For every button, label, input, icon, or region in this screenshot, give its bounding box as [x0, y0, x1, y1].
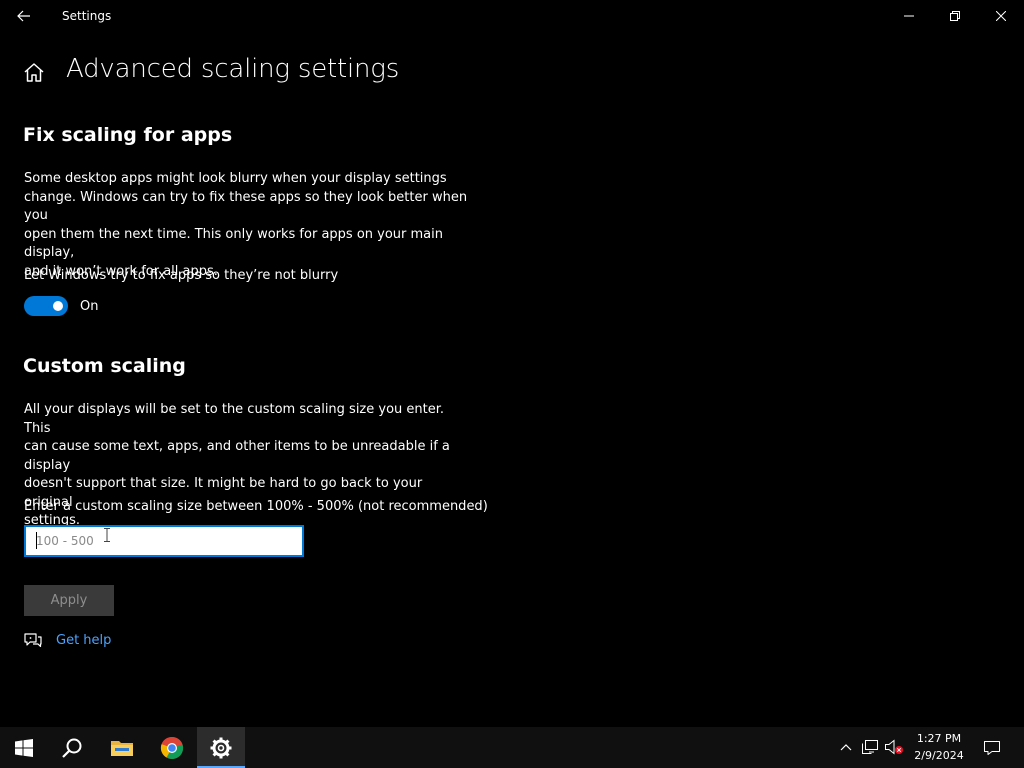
title-bar: Settings	[0, 0, 1024, 32]
notification-icon	[984, 740, 1000, 755]
back-arrow-icon	[17, 10, 30, 22]
file-explorer-button[interactable]	[98, 727, 146, 768]
show-hidden-icons-button[interactable]	[836, 737, 856, 757]
custom-scaling-input[interactable]	[24, 525, 304, 557]
toggle-state-label: On	[80, 299, 99, 314]
taskbar: 1:27 PM 2/9/2024	[0, 727, 1024, 768]
back-button[interactable]	[8, 0, 40, 32]
ibeam-cursor-icon	[104, 528, 110, 542]
minimize-icon	[904, 15, 914, 17]
chrome-icon	[160, 736, 184, 759]
fix-apps-toggle[interactable]	[24, 296, 68, 316]
restore-button[interactable]	[932, 0, 978, 32]
description-line: change. Windows can try to fix these app…	[24, 189, 468, 224]
clock[interactable]: 1:27 PM 2/9/2024	[908, 730, 970, 764]
action-center-button[interactable]	[980, 727, 1004, 768]
network-icon	[862, 740, 878, 754]
apply-button[interactable]: Apply	[24, 585, 114, 616]
windows-logo-icon	[15, 738, 33, 757]
close-button[interactable]	[978, 0, 1024, 32]
chrome-button[interactable]	[148, 727, 196, 768]
description-line: Some desktop apps might look blurry when…	[24, 171, 447, 186]
start-button[interactable]	[0, 727, 48, 768]
volume-muted-icon	[885, 739, 903, 755]
text-caret	[36, 532, 37, 549]
search-icon	[62, 738, 82, 758]
fix-apps-toggle-label: Let Windows try to fix apps so they’re n…	[24, 268, 339, 283]
close-icon	[996, 11, 1006, 21]
settings-taskbar-button[interactable]	[197, 727, 245, 768]
window-title: Settings	[62, 9, 112, 23]
description-line: can cause some text, apps, and other ite…	[24, 439, 450, 473]
settings-window: Settings Advanced scaling settings Fix s…	[0, 0, 1024, 727]
chevron-up-icon	[840, 744, 852, 751]
file-explorer-icon	[111, 740, 133, 756]
clock-time: 1:27 PM	[916, 732, 962, 745]
minimize-button[interactable]	[886, 0, 932, 32]
get-help-link[interactable]: Get help	[56, 633, 111, 648]
network-button[interactable]	[860, 737, 880, 757]
clock-date: 2/9/2024	[914, 749, 964, 762]
page-title: Advanced scaling settings	[66, 54, 400, 84]
settings-icon	[210, 737, 232, 758]
get-help-icon[interactable]	[23, 632, 43, 650]
description-line: open them the next time. This only works…	[24, 226, 443, 261]
fix-scaling-heading: Fix scaling for apps	[23, 124, 233, 146]
volume-button[interactable]	[884, 737, 904, 757]
home-icon	[24, 63, 44, 82]
custom-scaling-input-label: Enter a custom scaling size between 100%…	[24, 499, 488, 514]
toggle-knob	[53, 301, 63, 311]
home-button[interactable]	[22, 61, 46, 85]
fix-scaling-description: Some desktop apps might look blurry when…	[24, 170, 474, 281]
search-button[interactable]	[48, 727, 96, 768]
custom-scaling-heading: Custom scaling	[23, 355, 186, 377]
restore-icon	[950, 11, 960, 21]
description-line: All your displays will be set to the cus…	[24, 402, 445, 436]
